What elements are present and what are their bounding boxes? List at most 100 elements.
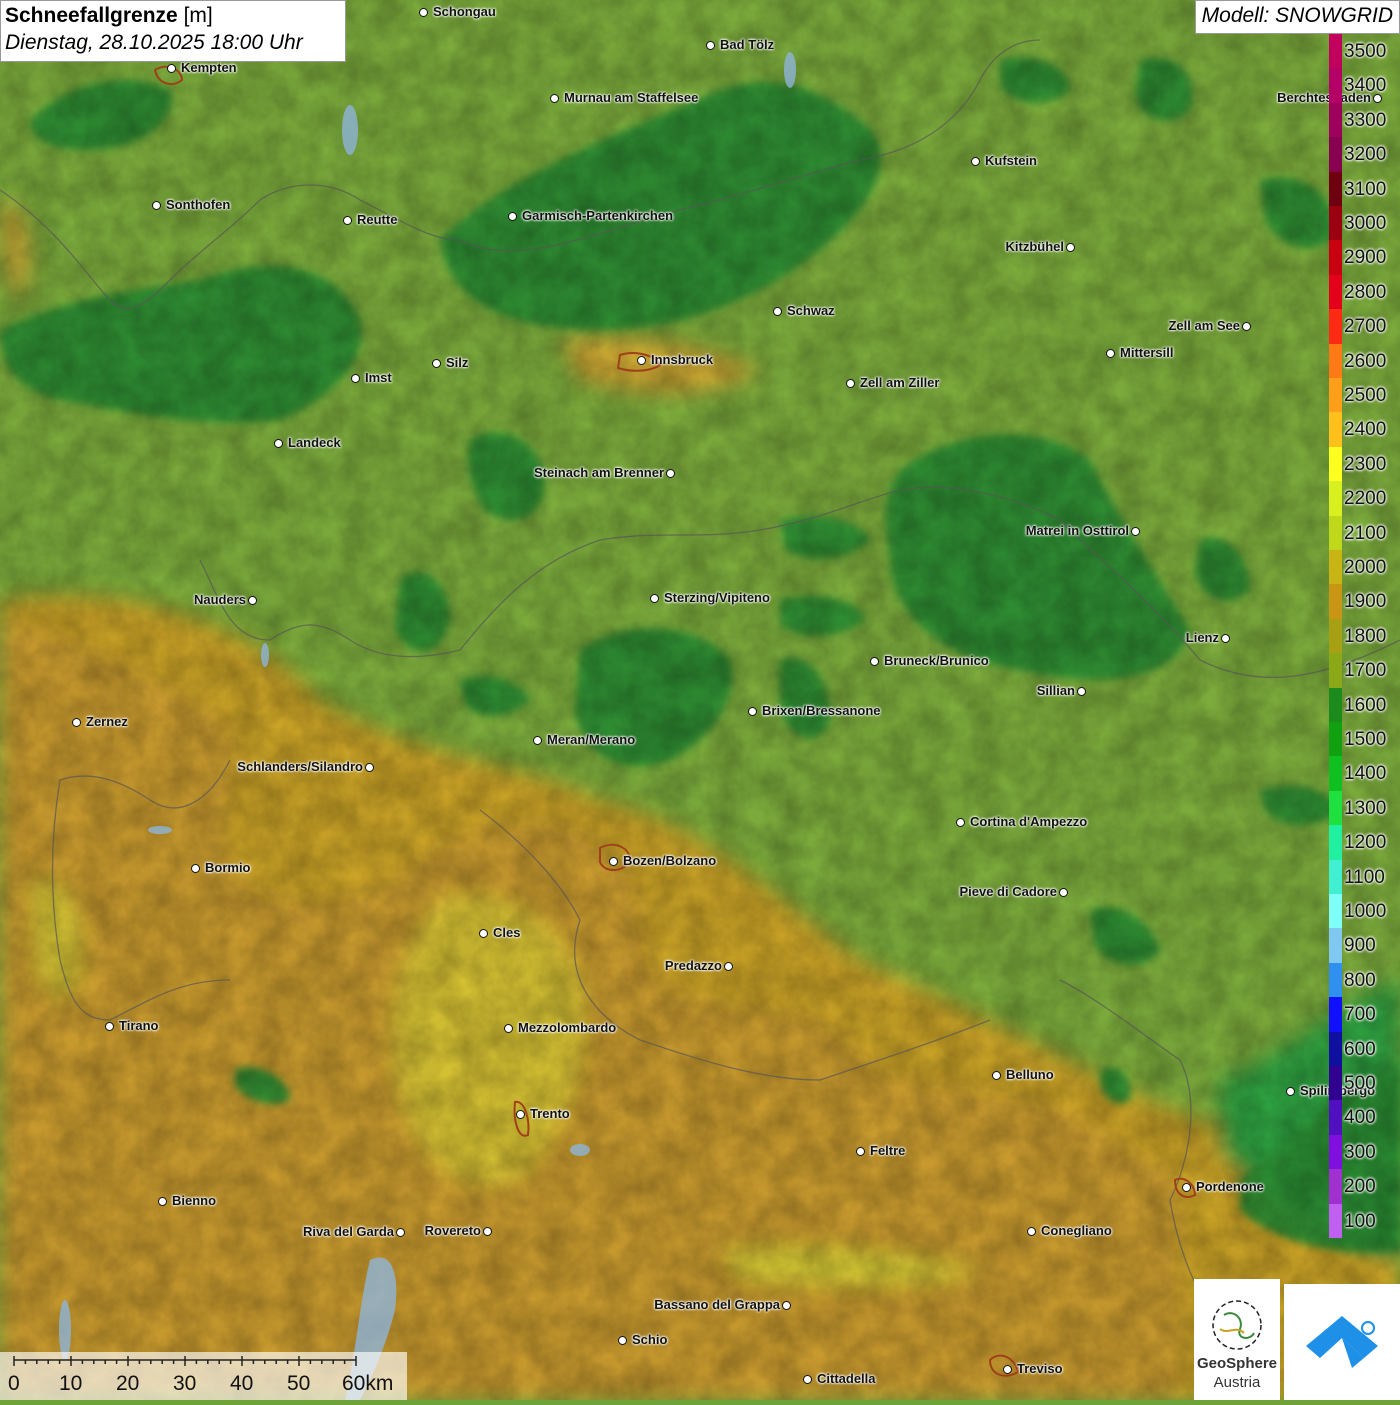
city-marker[interactable] — [343, 216, 352, 225]
city-marker[interactable] — [782, 1301, 791, 1310]
city-label[interactable]: Murnau am Staffelsee — [564, 90, 698, 105]
city-label[interactable]: Sonthofen — [166, 197, 230, 212]
city-label[interactable]: Tirano — [119, 1018, 159, 1033]
city-marker[interactable] — [508, 212, 517, 221]
city-marker[interactable] — [419, 8, 428, 17]
city-marker[interactable] — [992, 1071, 1001, 1080]
city-label[interactable]: Schwaz — [787, 303, 835, 318]
city-label[interactable]: Lienz — [1186, 630, 1219, 645]
city-marker[interactable] — [1059, 888, 1068, 897]
city-label[interactable]: Bozen/Bolzano — [623, 853, 716, 868]
city-label[interactable]: Schio — [632, 1332, 667, 1347]
city-label[interactable]: Reutte — [357, 212, 397, 227]
city-marker[interactable] — [870, 657, 879, 666]
city-marker[interactable] — [248, 596, 257, 605]
city-label[interactable]: Rovereto — [425, 1223, 481, 1238]
city-marker[interactable] — [1066, 243, 1075, 252]
city-label[interactable]: Innsbruck — [651, 352, 713, 367]
city-marker[interactable] — [152, 201, 161, 210]
city-marker[interactable] — [1182, 1183, 1191, 1192]
city-marker[interactable] — [432, 359, 441, 368]
city-marker[interactable] — [158, 1197, 167, 1206]
city-label[interactable]: Steinach am Brenner — [534, 465, 664, 480]
city-label[interactable]: Conegliano — [1041, 1223, 1112, 1238]
city-label[interactable]: Mezzolombardo — [518, 1020, 616, 1035]
city-label[interactable]: Silz — [446, 355, 468, 370]
city-label[interactable]: Treviso — [1017, 1361, 1063, 1376]
city-label[interactable]: Zell am See — [1168, 318, 1240, 333]
city-marker[interactable] — [706, 41, 715, 50]
city-label[interactable]: Cortina d'Ampezzo — [970, 814, 1087, 829]
city-label[interactable]: Cittadella — [817, 1371, 876, 1386]
city-marker[interactable] — [274, 439, 283, 448]
city-label[interactable]: Meran/Merano — [547, 732, 635, 747]
city-label[interactable]: Belluno — [1006, 1067, 1054, 1082]
legend-label: 800 — [1344, 969, 1376, 991]
city-label[interactable]: Brixen/Bressanone — [762, 703, 881, 718]
city-marker[interactable] — [1106, 349, 1115, 358]
city-label[interactable]: Kempten — [181, 60, 237, 75]
city-marker[interactable] — [637, 356, 646, 365]
city-label[interactable]: Predazzo — [665, 958, 722, 973]
city-marker[interactable] — [191, 864, 200, 873]
city-label[interactable]: Matrei in Osttirol — [1026, 523, 1129, 538]
city-marker[interactable] — [773, 307, 782, 316]
city-label[interactable]: Bassano del Grappa — [654, 1297, 780, 1312]
city-label[interactable]: Cles — [493, 925, 520, 940]
city-marker[interactable] — [105, 1022, 114, 1031]
city-label[interactable]: Pieve di Cadore — [959, 884, 1057, 899]
city-marker[interactable] — [846, 379, 855, 388]
city-label[interactable]: Kufstein — [985, 153, 1037, 168]
app-logo[interactable] — [1284, 1284, 1400, 1400]
city-label[interactable]: Bad Tölz — [720, 37, 774, 52]
city-marker[interactable] — [618, 1336, 627, 1345]
city-marker[interactable] — [650, 594, 659, 603]
city-marker[interactable] — [1221, 634, 1230, 643]
city-label[interactable]: Zernez — [86, 714, 128, 729]
city-marker[interactable] — [1003, 1365, 1012, 1374]
city-label[interactable]: Bruneck/Brunico — [884, 653, 989, 668]
city-label[interactable]: Imst — [365, 370, 392, 385]
city-label[interactable]: Sillian — [1037, 683, 1075, 698]
city-marker[interactable] — [856, 1147, 865, 1156]
city-label[interactable]: Sterzing/Vipiteno — [664, 590, 770, 605]
city-label[interactable]: Nauders — [194, 592, 246, 607]
city-marker[interactable] — [516, 1110, 525, 1119]
city-marker[interactable] — [1077, 687, 1086, 696]
city-marker[interactable] — [1242, 322, 1251, 331]
city-label[interactable]: Bormio — [205, 860, 251, 875]
city-marker[interactable] — [72, 718, 81, 727]
city-marker[interactable] — [1131, 527, 1140, 536]
city-label[interactable]: Landeck — [288, 435, 341, 450]
city-marker[interactable] — [724, 962, 733, 971]
city-marker[interactable] — [956, 818, 965, 827]
city-marker[interactable] — [479, 929, 488, 938]
city-label[interactable]: Trento — [530, 1106, 570, 1121]
city-marker[interactable] — [351, 374, 360, 383]
city-marker[interactable] — [748, 707, 757, 716]
city-label[interactable]: Schongau — [433, 4, 496, 19]
city-marker[interactable] — [533, 736, 542, 745]
city-label[interactable]: Kitzbühel — [1006, 239, 1065, 254]
city-marker[interactable] — [609, 857, 618, 866]
city-marker[interactable] — [666, 469, 675, 478]
city-label[interactable]: Garmisch-Partenkirchen — [522, 208, 673, 223]
city-marker[interactable] — [971, 157, 980, 166]
city-marker[interactable] — [1286, 1087, 1295, 1096]
city-marker[interactable] — [504, 1024, 513, 1033]
city-label[interactable]: Zell am Ziller — [860, 375, 939, 390]
geosphere-logo[interactable]: GeoSphere Austria — [1194, 1279, 1280, 1400]
city-marker[interactable] — [1027, 1227, 1036, 1236]
city-label[interactable]: Pordenone — [1196, 1179, 1264, 1194]
city-marker[interactable] — [365, 763, 374, 772]
city-marker[interactable] — [550, 94, 559, 103]
city-marker[interactable] — [483, 1227, 492, 1236]
city-label[interactable]: Mittersill — [1120, 345, 1173, 360]
city-label[interactable]: Riva del Garda — [303, 1224, 394, 1239]
city-label[interactable]: Bienno — [172, 1193, 216, 1208]
city-label[interactable]: Feltre — [870, 1143, 905, 1158]
city-marker[interactable] — [803, 1375, 812, 1384]
city-marker[interactable] — [396, 1228, 405, 1237]
city-label[interactable]: Schlanders/Silandro — [237, 759, 363, 774]
city-marker[interactable] — [167, 64, 176, 73]
